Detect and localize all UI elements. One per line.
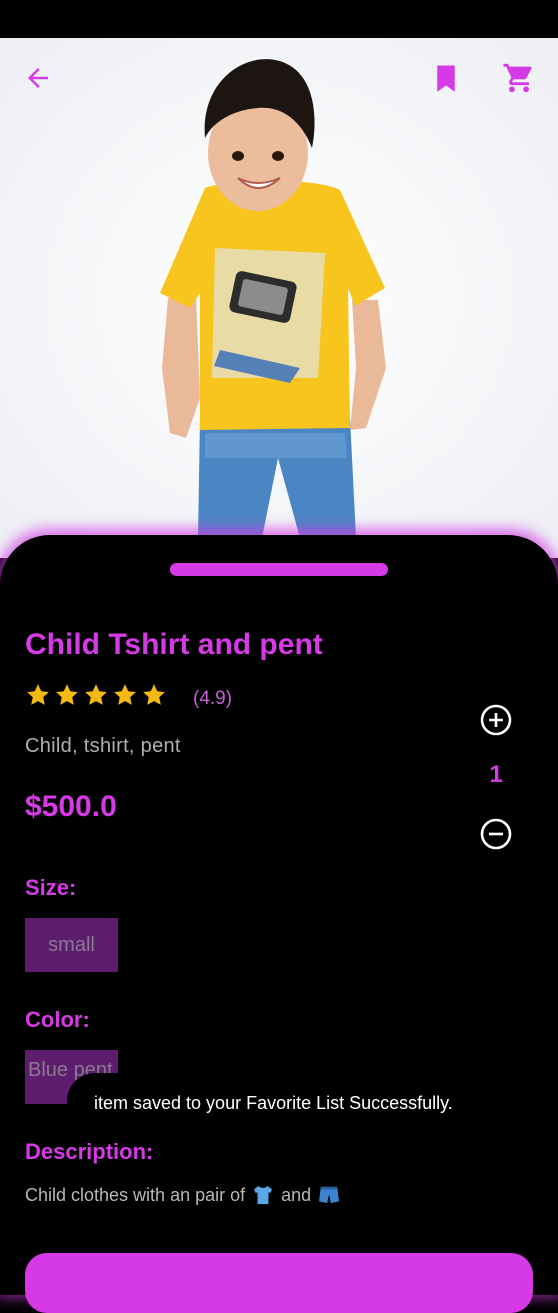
- color-label: Color:: [25, 1007, 90, 1032]
- description-label: Description:: [25, 1139, 154, 1164]
- product-price: $500.0: [25, 790, 117, 823]
- description-text-start: Child clothes with an pair of: [25, 1185, 246, 1205]
- add-to-cart-button[interactable]: [25, 1253, 533, 1313]
- star-icon: [143, 684, 165, 705]
- shopping-cart-icon: [503, 63, 532, 93]
- quantity-increase-button[interactable]: [479, 703, 513, 737]
- star-icon: [85, 684, 107, 705]
- star-icon: [114, 684, 136, 705]
- product-title: Child Tshirt and pent: [25, 628, 323, 661]
- product-photo: [0, 38, 558, 558]
- product-tags: Child, tshirt, pent: [25, 735, 181, 757]
- description-text-and: and: [281, 1185, 312, 1205]
- minus-circle-icon: [480, 818, 512, 850]
- description-text: Child clothes with an pair of and: [25, 1185, 342, 1206]
- bookmark-icon: [437, 65, 455, 92]
- product-image: [0, 38, 558, 558]
- status-bar: [0, 0, 558, 38]
- star-icon: [56, 684, 78, 705]
- size-option-small[interactable]: small: [25, 918, 118, 972]
- toast-message: item saved to your Favorite List Success…: [94, 1093, 453, 1113]
- cart-button[interactable]: [499, 58, 539, 98]
- quantity-value: 1: [489, 761, 503, 788]
- favorite-button[interactable]: [426, 58, 466, 98]
- plus-circle-icon: [480, 704, 512, 736]
- drag-handle[interactable]: [170, 563, 388, 576]
- back-button[interactable]: [18, 58, 58, 98]
- size-label: Size:: [25, 875, 77, 900]
- snackbar-toast: item saved to your Favorite List Success…: [67, 1073, 558, 1133]
- rating-value: (4.9): [193, 688, 233, 709]
- star-icon: [27, 684, 49, 705]
- rating-stars: [25, 682, 167, 708]
- arrow-left-icon: [28, 68, 48, 88]
- quantity-decrease-button[interactable]: [479, 817, 513, 851]
- t-shirt-icon: [254, 1185, 273, 1205]
- product-details-sheet: Child Tshirt and pent (4.9) Child, tshir…: [0, 535, 558, 1313]
- shorts-icon: [319, 1186, 340, 1204]
